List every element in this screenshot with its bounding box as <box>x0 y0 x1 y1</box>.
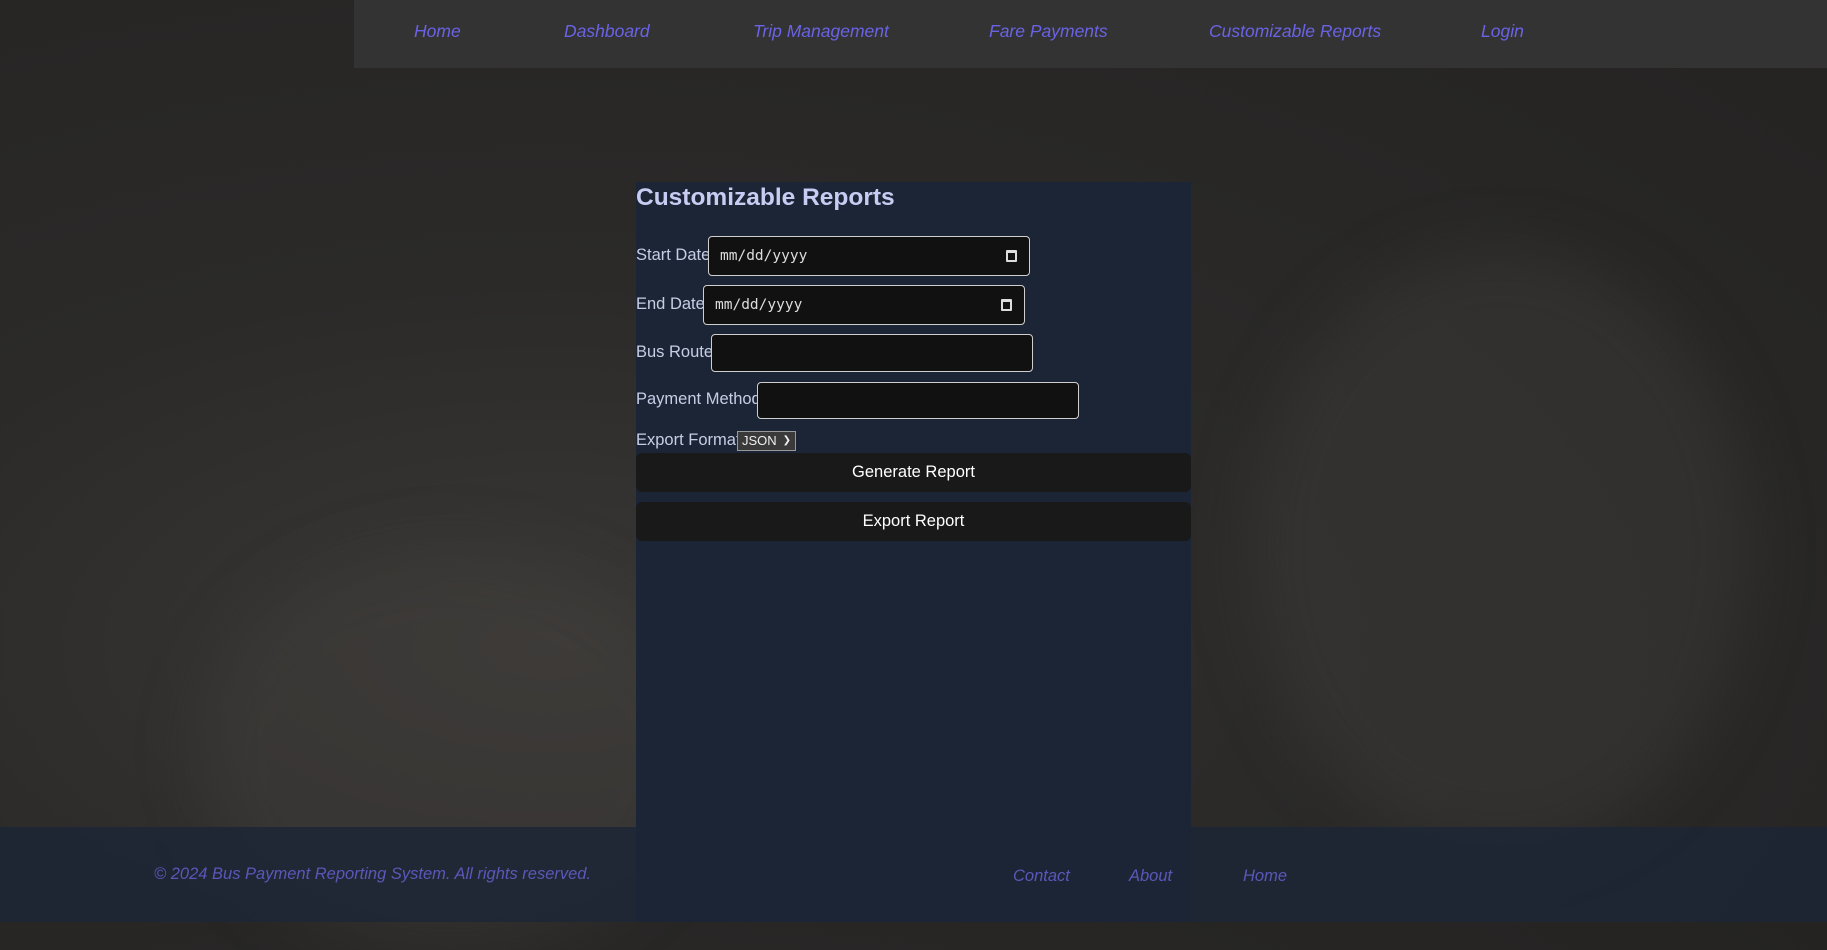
nav-home[interactable]: Home <box>414 21 461 42</box>
footer-link-about[interactable]: About <box>1129 867 1172 886</box>
top-nav: Home Dashboard Trip Management Fare Paym… <box>354 0 1827 68</box>
start-date-input[interactable]: mm/dd/yyyy <box>708 236 1030 276</box>
calendar-icon[interactable] <box>1006 250 1017 262</box>
export-report-button[interactable]: Export Report <box>636 502 1191 541</box>
footer-link-home[interactable]: Home <box>1243 867 1287 886</box>
end-date-label: End Date <box>636 295 705 313</box>
payment-method-input[interactable] <box>757 382 1079 419</box>
export-format-select[interactable]: JSON ❯ <box>737 431 796 451</box>
nav-dashboard[interactable]: Dashboard <box>564 21 650 42</box>
generate-report-button[interactable]: Generate Report <box>636 453 1191 492</box>
footer-link-contact[interactable]: Contact <box>1013 867 1070 886</box>
export-format-label: Export Format <box>636 431 741 449</box>
chevron-down-icon: ❯ <box>782 435 791 446</box>
start-date-label: Start Date <box>636 246 711 264</box>
footer: © 2024 Bus Payment Reporting System. All… <box>0 827 1827 922</box>
bus-route-label: Bus Route <box>636 343 714 361</box>
calendar-icon[interactable] <box>1001 299 1012 311</box>
end-date-input[interactable]: mm/dd/yyyy <box>703 285 1025 325</box>
nav-trip-management[interactable]: Trip Management <box>753 21 889 42</box>
copyright-text: © 2024 Bus Payment Reporting System. All… <box>154 865 592 883</box>
payment-method-label: Payment Method <box>636 390 761 408</box>
bus-route-input[interactable] <box>711 334 1033 372</box>
nav-login[interactable]: Login <box>1481 21 1524 42</box>
page-title: Customizable Reports <box>636 184 895 211</box>
nav-fare-payments[interactable]: Fare Payments <box>989 21 1108 42</box>
nav-customizable-reports[interactable]: Customizable Reports <box>1209 21 1381 42</box>
